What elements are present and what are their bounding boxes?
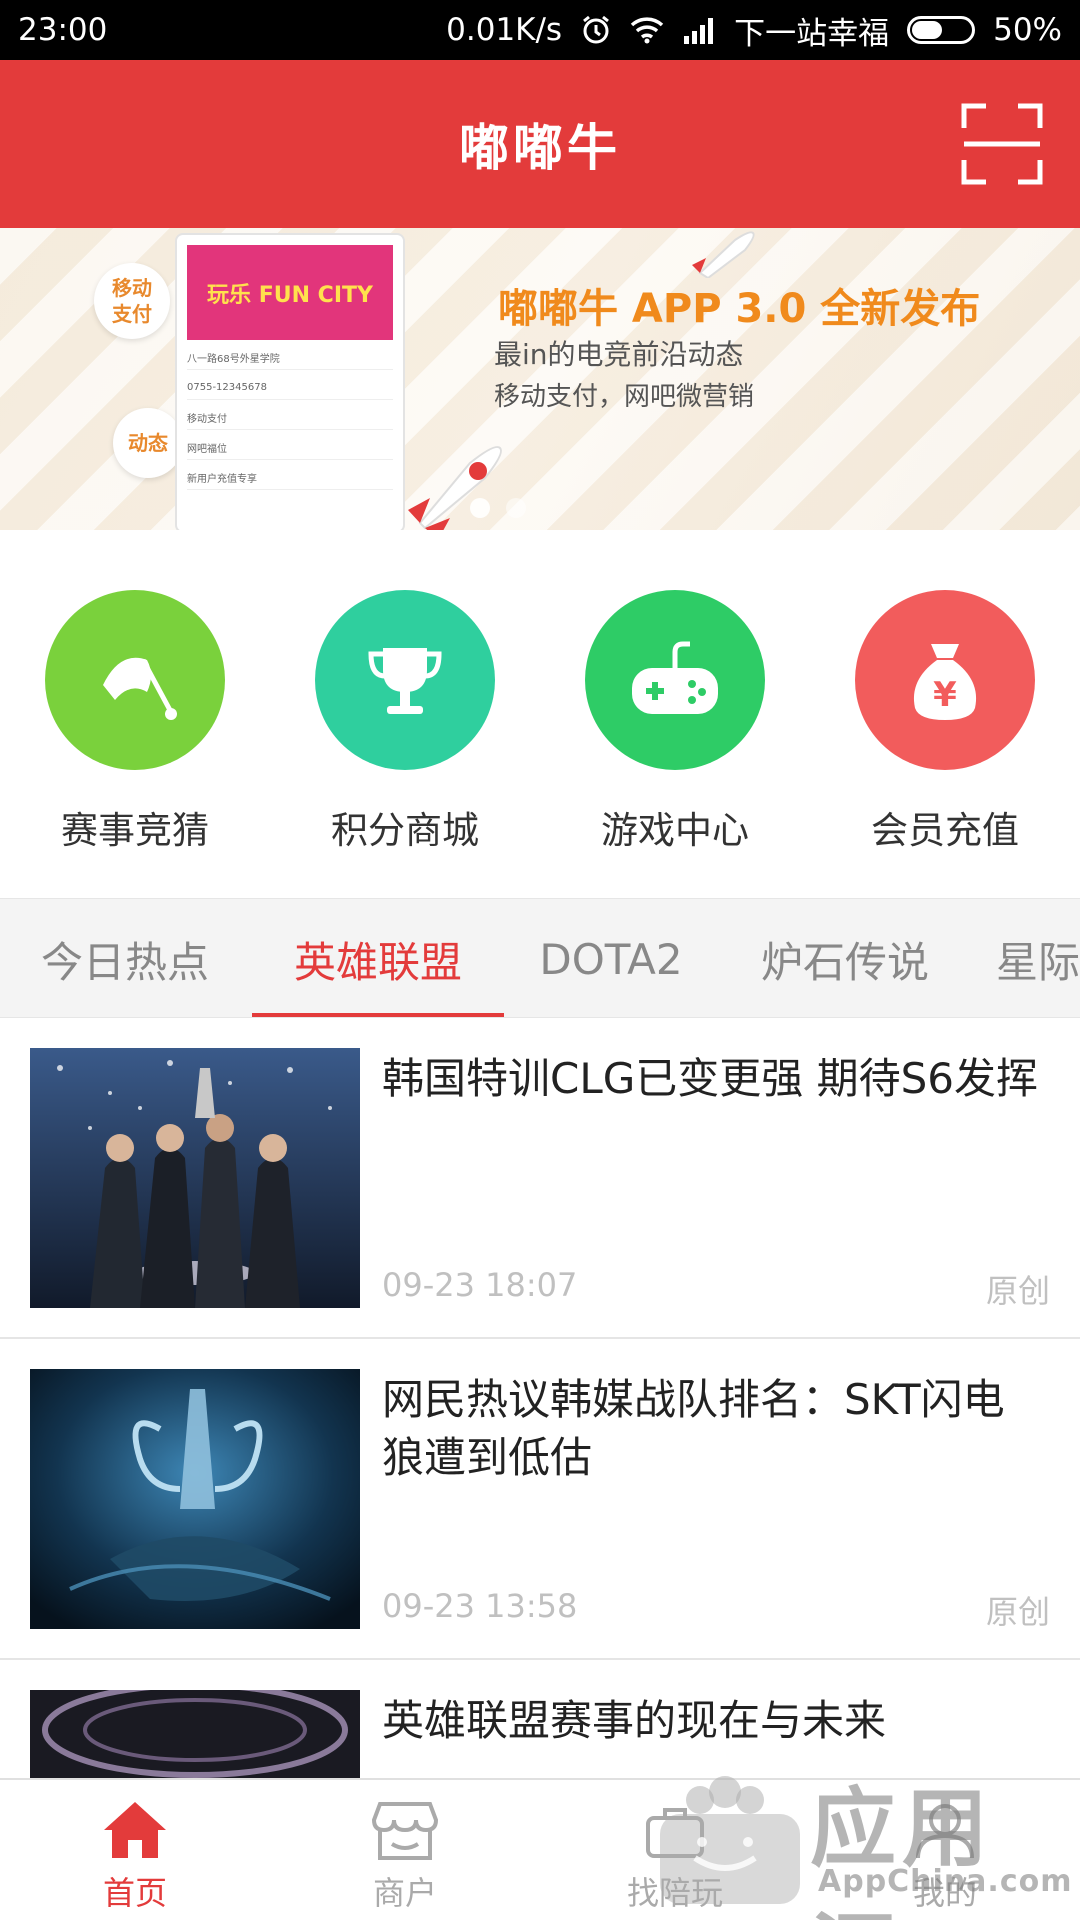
- news-tag: 原创: [985, 1593, 1050, 1631]
- tab-dota2[interactable]: DOTA2: [526, 899, 696, 1017]
- svg-text:¥: ¥: [933, 675, 957, 715]
- category-label: 游戏中心: [601, 809, 749, 852]
- trophy-icon: [368, 648, 442, 714]
- tab-lol[interactable]: 英雄联盟: [252, 899, 504, 1017]
- scan-icon: [961, 103, 1043, 185]
- category-icon-bg: [45, 590, 225, 770]
- pager-dot-active[interactable]: [470, 498, 490, 518]
- banner-badge-news: 动态: [113, 408, 183, 478]
- news-thumbnail: [30, 1048, 360, 1308]
- category-icon-bg: [315, 590, 495, 770]
- nav-profile[interactable]: 我的: [810, 1780, 1080, 1920]
- nav-label: 首页: [102, 1874, 167, 1912]
- battery-percent: 50%: [993, 12, 1062, 48]
- news-item[interactable]: 网民热议韩媒战队排名：SKT闪电狼遭到低估 09-23 13:58 原创: [0, 1339, 1080, 1660]
- network-speed: 0.01K/s: [446, 12, 563, 48]
- category-icon-bg: [585, 590, 765, 770]
- nav-store[interactable]: 商户: [270, 1780, 540, 1920]
- phone-mockup-row: 0755-12345678: [187, 376, 393, 400]
- phone-mockup-row: 网吧福位: [187, 436, 393, 460]
- category-match-guess[interactable]: 赛事竞猜: [0, 530, 270, 898]
- phone-mockup-row: 新用户充值专享: [187, 466, 393, 490]
- category-label: 会员充值: [871, 809, 1019, 852]
- news-tag: 原创: [985, 1272, 1050, 1310]
- category-grid: 赛事竞猜 积分商城 游戏中心 ¥ 会员充值: [0, 530, 1080, 898]
- rocket-icon: [692, 231, 755, 278]
- carrier-name: 下一站幸福: [734, 15, 890, 52]
- nav-home[interactable]: 首页: [0, 1780, 270, 1920]
- news-title: 网民热议韩媒战队排名：SKT闪电狼遭到低估: [382, 1375, 1005, 1482]
- news-category-tabs: 今日热点 英雄联盟 DOTA2 炉石传说 星际: [0, 898, 1080, 1018]
- news-time: 09-23 18:07: [382, 1266, 578, 1304]
- phone-mockup-row: 八一路68号外星学院: [187, 346, 393, 370]
- status-time: 23:00: [18, 12, 108, 48]
- scan-button[interactable]: [960, 102, 1044, 186]
- news-title: 英雄联盟赛事的现在与未来: [382, 1696, 887, 1745]
- category-points-mall[interactable]: 积分商城: [270, 530, 540, 898]
- category-icon-bg: ¥: [855, 590, 1035, 770]
- money-bag-icon: ¥: [913, 644, 977, 720]
- news-title: 韩国特训CLG已变更强 期待S6发挥: [382, 1054, 1039, 1103]
- signal-icon: [682, 16, 716, 44]
- phone-mockup-title: 玩乐 FUN CITY: [207, 282, 373, 308]
- phone-mockup-row: 移动支付: [187, 406, 393, 430]
- category-vip-recharge[interactable]: ¥ 会员充值: [810, 530, 1080, 898]
- news-item[interactable]: 韩国特训CLG已变更强 期待S6发挥 09-23 18:07 原创: [0, 1018, 1080, 1339]
- news-thumbnail: [30, 1369, 360, 1629]
- tab-hearthstone[interactable]: 炉石传说: [730, 899, 960, 1017]
- banner-pager: [470, 498, 526, 518]
- app-header: 嘟嘟牛: [0, 60, 1080, 228]
- promo-banner[interactable]: 移动 支付 动态 玩乐 FUN CITY 八一路68号外星学院 0755-123…: [0, 228, 1080, 530]
- nav-label: 商户: [372, 1874, 437, 1912]
- pager-dot[interactable]: [506, 498, 526, 518]
- banner-subtitle: 最in的电竞前沿动态: [494, 338, 744, 371]
- wifi-icon: [630, 16, 664, 44]
- category-label: 积分商城: [331, 809, 479, 852]
- store-icon: [371, 1802, 439, 1860]
- nav-label: 找陪玩: [626, 1874, 723, 1912]
- nav-label: 我的: [912, 1874, 977, 1912]
- banner-phone-mockup: 玩乐 FUN CITY 八一路68号外星学院 0755-12345678 移动支…: [175, 233, 405, 530]
- battery-icon: [907, 16, 976, 44]
- tab-today-hot[interactable]: 今日热点: [20, 899, 230, 1017]
- home-icon: [104, 1802, 166, 1858]
- nav-partner[interactable]: 找陪玩: [540, 1780, 810, 1920]
- alarm-icon: [580, 14, 612, 46]
- news-time: 09-23 13:58: [382, 1587, 578, 1625]
- status-bar: 23:00 0.01K/s 下一站幸福 50%: [0, 0, 1080, 60]
- category-game-center[interactable]: 游戏中心: [540, 530, 810, 898]
- phone-mockup-header: 玩乐 FUN CITY: [187, 245, 393, 340]
- partner-icon: [646, 1808, 704, 1858]
- tab-starcraft[interactable]: 星际: [996, 899, 1080, 1017]
- banner-badge-pay: 移动 支付: [94, 263, 170, 339]
- banner-headline: 嘟嘟牛 APP 3.0 全新发布: [498, 286, 981, 332]
- gamepad-icon: [632, 641, 718, 714]
- bottom-navigation: 首页 商户 找陪玩 我的: [0, 1778, 1080, 1920]
- page-title: 嘟嘟牛: [459, 119, 621, 177]
- flag-icon: [103, 657, 177, 720]
- category-label: 赛事竞猜: [61, 809, 209, 852]
- profile-icon: [916, 1804, 974, 1859]
- banner-subtitle: 移动支付，网吧微营销: [494, 382, 755, 412]
